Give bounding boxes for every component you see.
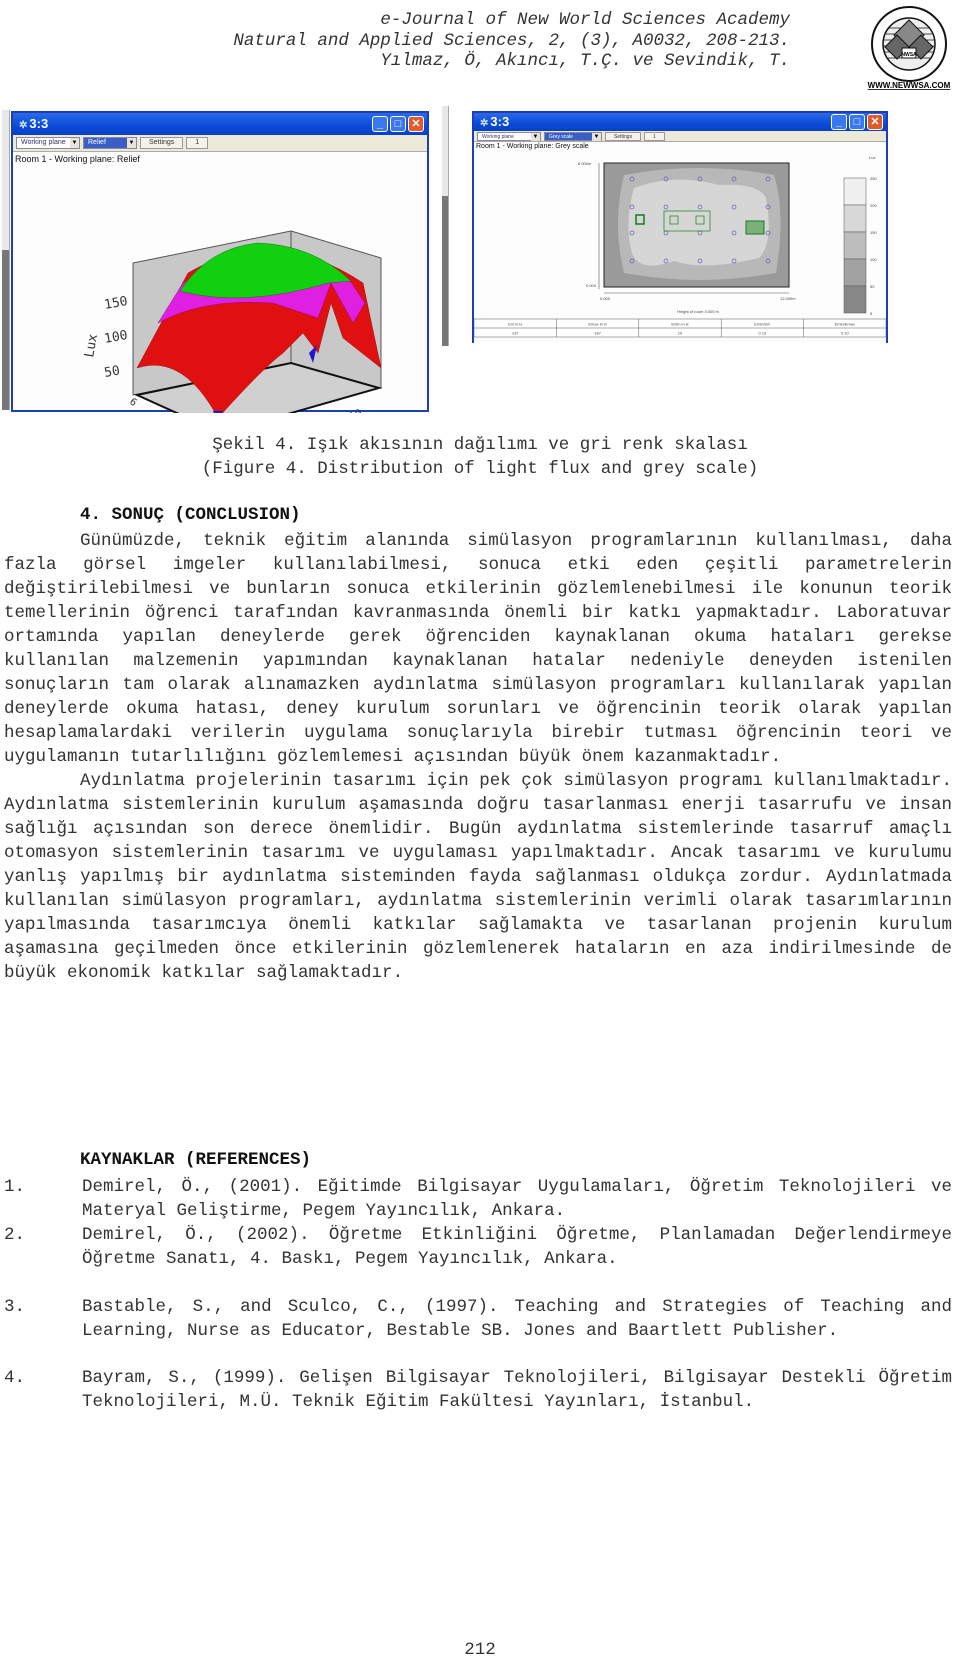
plane-select[interactable]: Working plane ▼	[477, 131, 541, 141]
reference-item: 3. Bastable, S., and Sculco, C., (1997).…	[4, 1295, 952, 1343]
minimize-button[interactable]: _	[831, 114, 847, 130]
reference-number: 4.	[4, 1368, 26, 1388]
plan-y-top-label: 8.000m	[578, 161, 592, 166]
logo-center-text: NWSA	[901, 52, 917, 58]
legend-tick-label: 150	[870, 230, 877, 235]
table-value-cell: 0.13	[759, 331, 768, 336]
z-tick-label: 50	[103, 363, 121, 380]
z-tick-label: 100	[103, 328, 129, 347]
settings-button[interactable]: Settings	[140, 137, 184, 149]
greyscale-plan-chart: 8.000m 0.000 0.000 12.000m Height of room 3.…	[474, 155, 886, 338]
reference-item: 2. Demirel, Ö., (2002). Öğretme Etkinliğ…	[4, 1223, 952, 1271]
reference-number: 2.	[4, 1225, 26, 1245]
y-axis-label: Meter y	[102, 412, 144, 413]
view-mode-select[interactable]: Relief ▼	[83, 137, 137, 149]
legend-swatch	[843, 177, 867, 206]
y-tick-label: 4	[141, 411, 152, 413]
chevron-down-icon: ▼	[70, 138, 79, 148]
x-tick-label: 10	[347, 406, 365, 413]
paragraph: Günümüzde, teknik eğitim alanında simüla…	[4, 531, 952, 767]
legend-tick-label: 50	[870, 284, 875, 289]
app-icon: ✲	[19, 120, 28, 131]
z-tick-label: 150	[103, 294, 129, 313]
relief-window-titlebar[interactable]: ✲ 3:3 _ □ ✕	[13, 113, 427, 135]
maximize-button[interactable]: □	[390, 116, 406, 132]
table-header-cell: Emin in lx	[671, 322, 688, 327]
close-button[interactable]: ✕	[867, 114, 883, 130]
section-body: Günümüzde, teknik eğitim alanında simüla…	[4, 529, 952, 985]
view-mode-select[interactable]: Grey scale ▼	[544, 131, 602, 141]
background-window-edge-mid	[442, 106, 449, 346]
maximize-button[interactable]: □	[849, 114, 865, 130]
chevron-down-icon: ▼	[592, 132, 601, 141]
journal-header: e-Journal of New World Sciences Academy …	[233, 10, 790, 72]
desk-object	[745, 220, 765, 235]
table-value-cell: 0.10	[841, 331, 850, 336]
legend-swatch	[843, 204, 867, 233]
journal-authors: Yılmaz, Ö, Akıncı, T.Ç. ve Sevindik, T.	[380, 51, 790, 71]
plan-x-left-label: 0.000	[600, 296, 611, 301]
table-value-cell: 187	[594, 331, 601, 336]
table-header-cell: Emax in lx	[588, 322, 606, 327]
plane-select[interactable]: Working plane ▼	[16, 137, 80, 149]
reference-text: Demirel, Ö., (2001). Eğitimde Bilgisayar…	[82, 1177, 952, 1221]
table-header-cell: Emin/Emax	[835, 322, 855, 327]
chevron-down-icon: ▼	[127, 138, 136, 148]
reference-number: 1.	[4, 1177, 26, 1197]
references-title: KAYNAKLAR (REFERENCES)	[80, 1150, 312, 1170]
page-field[interactable]: 1	[186, 137, 209, 149]
paragraph: Aydınlatma projelerinin tasarımı için pe…	[4, 771, 952, 983]
reference-text: Bastable, S., and Sculco, C., (1997). Te…	[82, 1297, 952, 1341]
nwsa-logo-icon: NWSA WWW.NEWWSA.COM	[868, 6, 951, 90]
greyscale-window: ✲ 3:3 _ □ ✕ Working plane ▼ Grey scale ▼ Se…	[472, 111, 888, 343]
journal-title: e-Journal of New World Sciences Academy	[380, 10, 790, 30]
legend-swatch	[843, 285, 867, 314]
legend-tick-label: 100	[870, 257, 877, 262]
reference-number: 3.	[4, 1297, 26, 1317]
legend-tick-label: 250	[870, 176, 877, 181]
y-tick-label: 6	[127, 396, 138, 408]
table-value-cell: 137	[512, 331, 519, 336]
journal-citation: Natural and Applied Sciences, 2, (3), A0…	[233, 30, 790, 51]
legend-tick-label: 200	[870, 203, 877, 208]
table-header-cell: Em in lx	[508, 322, 522, 327]
legend-title: Lux	[869, 155, 875, 160]
close-button[interactable]: ✕	[408, 116, 424, 132]
window-title: 3:3	[29, 116, 49, 131]
legend-swatch	[843, 231, 867, 260]
relief-window: ✲ 3:3 _ □ ✕ Working plane ▼ Relief ▼ Settin…	[11, 111, 429, 413]
surface-band-0-50	[213, 411, 223, 413]
chevron-down-icon: ▼	[531, 132, 540, 141]
table-value-cell: 19	[678, 331, 683, 336]
reference-item: 1. Demirel, Ö., (2001). Eğitimde Bilgisa…	[4, 1175, 952, 1223]
section-title: 4. SONUÇ (CONCLUSION)	[80, 505, 301, 525]
logo-url-text: WWW.NEWWSA.COM	[868, 81, 951, 90]
relief-toolbar: Working plane ▼ Relief ▼ Settings 1	[13, 135, 427, 152]
plan-x-right-label: 12.000m	[780, 296, 796, 301]
minimize-button[interactable]: _	[372, 116, 388, 132]
settings-button[interactable]: Settings	[605, 131, 642, 141]
view-subtitle: Room 1 - Working plane: Grey scale	[476, 143, 589, 150]
reference-text: Demirel, Ö., (2002). Öğretme Etkinliğini…	[82, 1225, 952, 1269]
table-header-cell: Emin/Em	[754, 322, 771, 327]
figure-caption-en: (Figure 4. Distribution of light flux an…	[201, 459, 759, 479]
window-title: 3:3	[490, 114, 510, 129]
legend-tick-label: 5	[870, 311, 873, 316]
reference-item: 4. Bayram, S., (1999). Gelişen Bilgisaya…	[4, 1366, 952, 1414]
room-height-label: Height of room 3.000 m	[677, 309, 719, 314]
background-window-edge-left	[2, 110, 10, 410]
page-number: 212	[464, 1640, 496, 1660]
z-axis-label: Lux	[82, 333, 101, 359]
legend-swatch	[843, 258, 867, 287]
greyscale-window-titlebar[interactable]: ✲ 3:3 _ □ ✕	[474, 113, 886, 131]
reference-text: Bayram, S., (1999). Gelişen Bilgisayar T…	[82, 1368, 952, 1412]
page-field[interactable]: 1	[644, 131, 665, 141]
relief-3d-chart: 50100150Lux10Meter x6420Meter y	[82, 230, 383, 413]
app-icon: ✲	[480, 118, 489, 129]
greyscale-toolbar: Working plane ▼ Grey scale ▼ Settings 1	[474, 131, 886, 142]
figure-caption-tr: Şekil 4. Işık akısının dağılımı ve gri r…	[212, 435, 748, 455]
plan-y-bottom-label: 0.000	[586, 283, 597, 288]
